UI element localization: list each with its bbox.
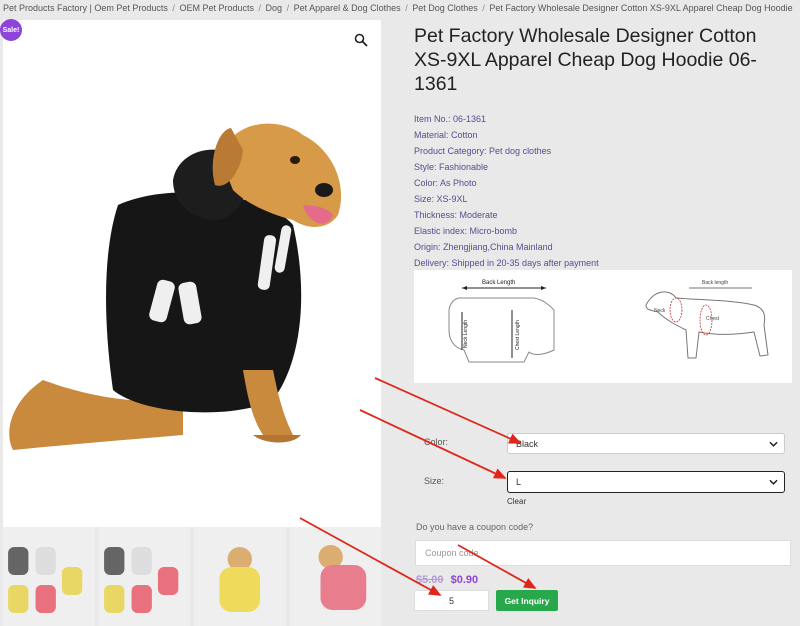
breadcrumb-link[interactable]: Pet Apparel & Dog Clothes <box>294 3 401 13</box>
spec-item: Size: XS-9XL <box>414 194 468 204</box>
color-select-value: Black <box>516 438 539 449</box>
product-main-image[interactable] <box>3 20 381 470</box>
chart-label: Chest Length <box>515 320 521 350</box>
breadcrumb-link[interactable]: Pet Dog Clothes <box>412 3 478 13</box>
spec-item: Material: Cotton <box>414 130 478 140</box>
thumbnail-2[interactable] <box>98 527 190 626</box>
thumbnail-strip <box>3 527 381 626</box>
breadcrumb-link[interactable]: OEM Pet Products <box>179 3 254 13</box>
size-select-value: L <box>516 477 522 487</box>
size-chart-diagram: Back Length Neck Length Chest Length Bac… <box>448 280 769 363</box>
spec-item: Delivery: Shipped in 20-35 days after pa… <box>414 258 599 268</box>
breadcrumb-current: Pet Factory Wholesale Designer Cotton XS… <box>489 3 793 13</box>
size-chart-image: Back Length Neck Length Chest Length Bac… <box>414 270 792 383</box>
thumbnail-image <box>219 547 261 612</box>
size-label: Size: <box>424 476 445 486</box>
zoom-icon[interactable] <box>354 33 368 47</box>
spec-item: Origin: Zhengjiang,China Mainland <box>414 242 553 252</box>
color-label: Color: <box>424 437 449 447</box>
clear-link[interactable]: Clear <box>507 497 526 506</box>
chart-label: Neck <box>654 308 666 314</box>
spec-item: Style: Fashionable <box>414 162 489 172</box>
chart-label: Neck Length <box>463 320 469 348</box>
breadcrumb-link[interactable]: Dog <box>266 3 283 13</box>
product-title: Pet Factory Wholesale Designer Cotton XS… <box>414 25 757 95</box>
thumbnail-1[interactable] <box>3 527 95 626</box>
chart-label: Chest <box>706 316 720 322</box>
get-inquiry-button[interactable]: Get Inquiry <box>496 590 558 611</box>
breadcrumb: Pet Products Factory | Oem Pet Products … <box>3 3 793 13</box>
spec-item: Product Category: Pet dog clothes <box>414 146 552 156</box>
breadcrumb-link[interactable]: Pet Products Factory | Oem Pet Products <box>3 3 168 13</box>
old-price: $5.00 <box>416 574 444 586</box>
sale-price: $0.90 <box>450 574 479 586</box>
spec-item: Thickness: Moderate <box>414 210 498 220</box>
spec-item: Color: As Photo <box>414 178 477 188</box>
chart-label: Back Length <box>482 280 515 286</box>
coupon-question[interactable]: Do you have a coupon code? <box>416 522 533 532</box>
thumbnail-image <box>103 547 178 613</box>
chevron-down-icon <box>769 479 778 485</box>
size-select[interactable]: L <box>507 471 785 493</box>
annotation-arrow <box>374 377 522 444</box>
spec-item: Elastic index: Micro-bomb <box>414 226 518 236</box>
thumbnail-image <box>317 545 366 610</box>
chevron-down-icon <box>769 441 778 447</box>
dog-hoodie-photo <box>3 20 381 470</box>
quantity-input[interactable]: 5 <box>414 590 489 611</box>
product-specs: Item No.: 06-1361 Material: Cotton Produ… <box>414 111 794 271</box>
thumbnail-image <box>8 547 83 613</box>
sale-badge: Sale! <box>0 19 22 41</box>
coupon-input[interactable]: Coupon code <box>415 540 791 566</box>
spec-item: Item No.: 06-1361 <box>414 114 487 124</box>
chart-label: Back length <box>702 280 728 286</box>
thumbnail-4[interactable] <box>289 527 381 626</box>
color-select[interactable]: Black <box>507 433 785 454</box>
price: $5.00 $0.90 <box>416 574 478 586</box>
gallery-padding <box>3 470 381 527</box>
thumbnail-3[interactable] <box>194 527 286 626</box>
